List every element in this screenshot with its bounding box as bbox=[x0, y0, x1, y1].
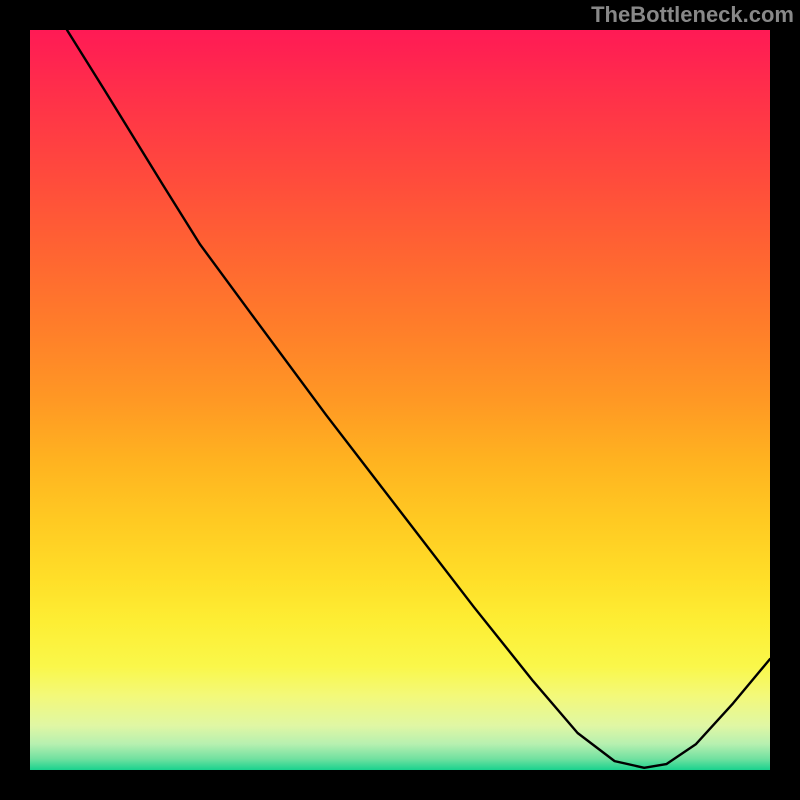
plot-area bbox=[30, 30, 770, 770]
watermark-text: TheBottleneck.com bbox=[591, 2, 794, 28]
plot-svg bbox=[30, 30, 770, 770]
gradient-background bbox=[30, 30, 770, 770]
chart-canvas: TheBottleneck.com bbox=[0, 0, 800, 800]
